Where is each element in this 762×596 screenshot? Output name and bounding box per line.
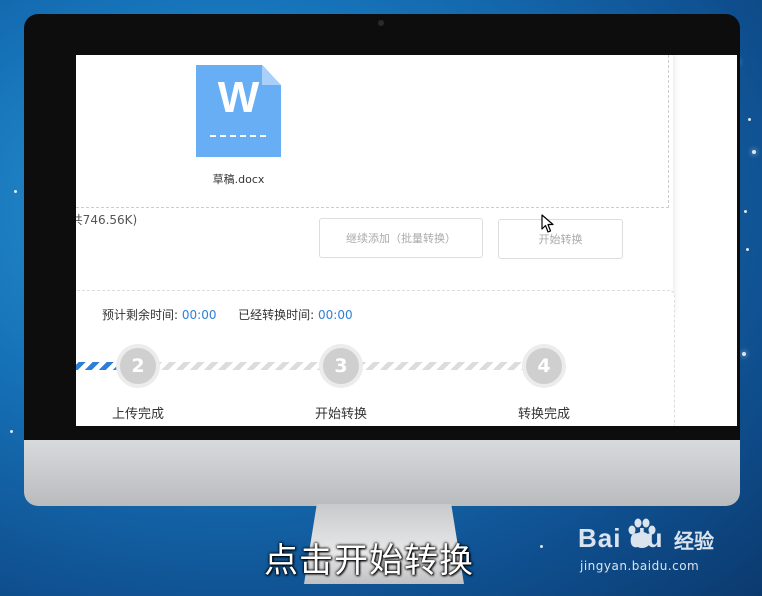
- paw-icon: [628, 518, 656, 548]
- start-convert-button[interactable]: 开始转换: [498, 219, 623, 259]
- baidu-jingyan-watermark: Bai du 经验 jingyan.baidu.com: [578, 515, 728, 579]
- progress-bar-done: [76, 362, 120, 370]
- upload-panel: W 草稿.docx (共746.56K) 继续添加（批量转换） 开始转换: [76, 55, 673, 313]
- remaining-time-label: 预计剩余时间:: [102, 308, 179, 322]
- mouse-cursor-icon: [541, 214, 554, 233]
- total-size: (共746.56K): [76, 213, 138, 227]
- progress-bar-segment: [358, 362, 528, 370]
- star: [748, 118, 751, 121]
- progress-bar-segment: [154, 362, 324, 370]
- word-letter: W: [217, 73, 260, 122]
- remaining-time-value: 00:00: [181, 308, 217, 322]
- monitor: W 草稿.docx (共746.56K) 继续添加（批量转换） 开始转换 预计剩…: [24, 14, 740, 584]
- star: [742, 352, 746, 356]
- elapsed-time-value: 00:00: [318, 308, 353, 322]
- file-icon-dash: [210, 135, 266, 137]
- star: [540, 545, 543, 548]
- elapsed-time-label: 已经转换时间:: [238, 308, 315, 322]
- caption: 点击开始转换: [264, 541, 474, 581]
- star: [746, 248, 749, 251]
- jingyan-label: 经验: [674, 529, 714, 553]
- file-name: 草稿.docx: [212, 173, 265, 186]
- star: [10, 430, 13, 433]
- step-2-circle: 2: [116, 344, 160, 388]
- step-3-circle: 3: [319, 344, 363, 388]
- monitor-chin: [24, 440, 740, 506]
- watermark-url: jingyan.baidu.com: [580, 559, 700, 573]
- camera-icon: [378, 20, 384, 26]
- step-3-label: 开始转换: [314, 407, 367, 422]
- step-4-label: 转换完成: [517, 407, 570, 422]
- time-row: 预计剩余时间: 00:00 已经转换时间: 00:00: [102, 306, 353, 323]
- add-more-button[interactable]: 继续添加（批量转换）: [319, 218, 483, 258]
- screen: W 草稿.docx (共746.56K) 继续添加（批量转换） 开始转换 预计剩…: [76, 55, 737, 426]
- file-drop-zone[interactable]: [76, 55, 669, 208]
- star: [744, 210, 747, 213]
- step-2-label: 上传完成: [111, 407, 164, 422]
- star: [14, 190, 17, 193]
- step-4-circle: 4: [522, 344, 566, 388]
- star: [752, 150, 756, 154]
